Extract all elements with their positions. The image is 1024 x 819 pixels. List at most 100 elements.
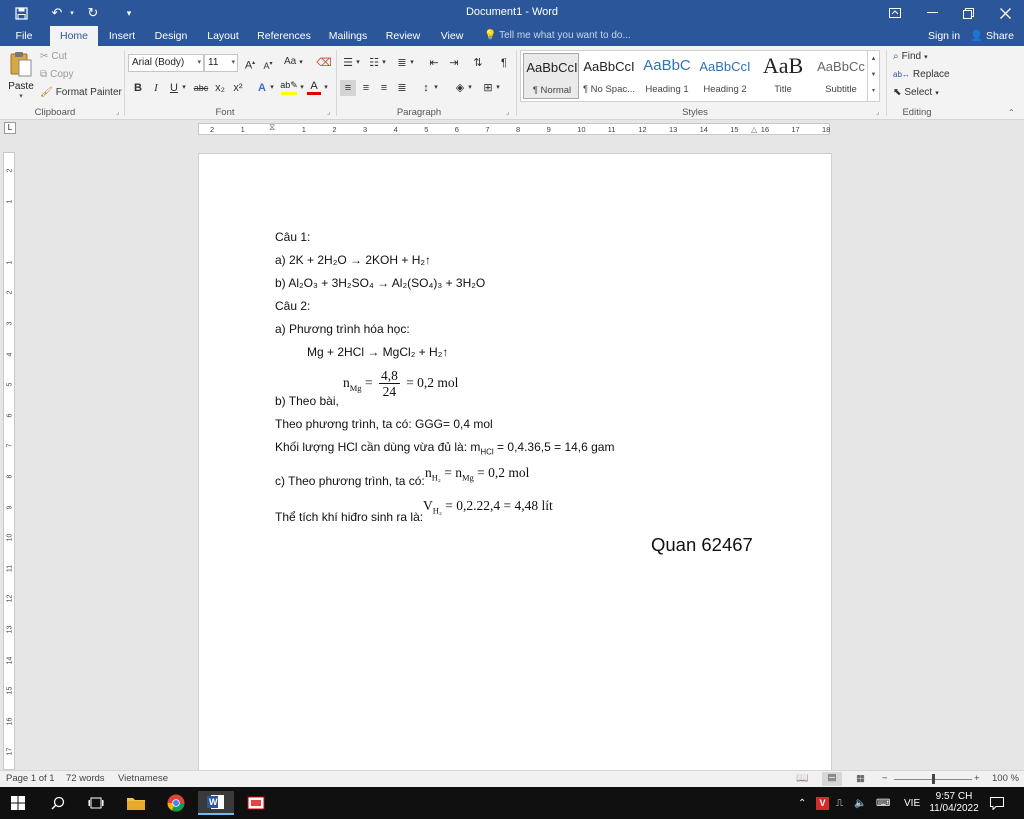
chevron-down-icon[interactable]: ▾	[380, 55, 388, 71]
chrome-icon[interactable]	[158, 791, 194, 815]
tab-mailings[interactable]: Mailings	[324, 26, 372, 46]
justify-icon[interactable]: ≣	[394, 80, 410, 96]
tab-selector[interactable]: L	[4, 122, 16, 134]
read-mode-icon[interactable]: 📖	[796, 773, 808, 784]
vertical-ruler[interactable]: 2 1 1 2 3 4 5 6 7 8 9 10 11 12 13 14 15 16 17	[3, 152, 15, 770]
minimize-icon[interactable]	[914, 0, 950, 26]
style-subtitle[interactable]: AaBbCc Subtitle	[813, 53, 869, 99]
align-left-icon[interactable]: ≡	[340, 80, 356, 96]
show-hidden-icons[interactable]: ⌃	[798, 787, 806, 819]
chevron-down-icon[interactable]: ▾	[466, 80, 474, 96]
italic-button[interactable]: I	[148, 80, 164, 96]
keyboard-icon[interactable]: ⌨	[876, 787, 890, 819]
chevron-down-icon[interactable]: ▾	[322, 80, 330, 96]
language-indicator[interactable]: Vietnamese	[118, 773, 168, 784]
tab-layout[interactable]: Layout	[202, 26, 244, 46]
format-painter-button[interactable]: 🖌 Format Painter	[40, 87, 122, 98]
horizontal-ruler[interactable]: 2 1 1 2 3 4 5 6 7 8 9 10 11 12 13 14 15 16 17 18 ⧖ △	[198, 122, 830, 135]
restore-icon[interactable]	[950, 0, 986, 26]
clear-formatting-icon[interactable]: ⌫	[316, 55, 332, 71]
tab-home[interactable]: Home	[50, 26, 98, 46]
right-indent-marker-icon[interactable]: △	[751, 125, 757, 134]
decrease-indent-icon[interactable]: ⇤	[426, 55, 442, 71]
windows-start-icon[interactable]	[0, 791, 36, 815]
select-button[interactable]: ⬉ Select ▾	[893, 87, 939, 98]
ribbon-display-icon[interactable]	[877, 0, 913, 26]
font-size-box[interactable]: 11 ▾	[204, 54, 238, 72]
chevron-up-icon[interactable]: ▲	[868, 51, 879, 67]
chevron-down-icon[interactable]: ▾	[354, 55, 362, 71]
volume-icon[interactable]: 🔈	[854, 787, 866, 819]
clipboard-launcher-icon[interactable]: ⌟	[116, 108, 119, 116]
gallery-scroll[interactable]: ▲ ▼ ▾	[867, 51, 879, 101]
tab-review[interactable]: Review	[382, 26, 424, 46]
chevron-down-icon[interactable]: ▾	[268, 80, 276, 96]
bold-button[interactable]: B	[130, 80, 146, 96]
cut-button[interactable]: ✂ Cut	[40, 51, 67, 62]
align-center-icon[interactable]: ≡	[358, 80, 374, 96]
document-page[interactable]: Câu 1: a) 2K + 2H₂O → 2KOH + H₂↑ b) Al₂O…	[198, 153, 832, 770]
collapse-ribbon-icon[interactable]: ⌃	[1008, 108, 1015, 117]
chevron-down-icon[interactable]: ▼	[868, 67, 879, 83]
copy-button[interactable]: ⧉ Copy	[40, 69, 74, 80]
more-icon[interactable]: ▾	[868, 83, 879, 99]
style-title[interactable]: AaB Title	[755, 53, 811, 99]
grow-font-icon[interactable]: A▴	[242, 55, 258, 72]
search-icon[interactable]	[40, 791, 76, 815]
show-marks-icon[interactable]: ¶	[496, 55, 512, 71]
zoom-in-button[interactable]: +	[974, 773, 980, 784]
zoom-out-button[interactable]: −	[882, 773, 888, 784]
underline-dropdown-icon[interactable]: ▾	[180, 80, 188, 96]
style-no-spacing[interactable]: AaBbCcI ¶ No Spac...	[581, 53, 637, 99]
chevron-down-icon[interactable]: ▾	[494, 80, 502, 96]
align-right-icon[interactable]: ≡	[376, 80, 392, 96]
web-layout-icon[interactable]: ▦	[856, 773, 865, 784]
tab-design[interactable]: Design	[150, 26, 192, 46]
file-explorer-icon[interactable]	[118, 791, 154, 815]
superscript-button[interactable]: x²	[230, 80, 246, 96]
chevron-down-icon[interactable]: ▾	[432, 80, 440, 96]
task-view-icon[interactable]	[78, 791, 114, 815]
chevron-down-icon[interactable]: ▾	[408, 55, 416, 71]
replace-button[interactable]: ab↔ Replace	[893, 69, 950, 80]
style-heading-2[interactable]: AaBbCcI Heading 2	[697, 53, 753, 99]
tab-file[interactable]: File	[6, 26, 42, 46]
close-icon[interactable]	[987, 0, 1023, 26]
tab-insert[interactable]: Insert	[102, 26, 142, 46]
sort-icon[interactable]: ⇅	[470, 55, 486, 71]
font-launcher-icon[interactable]: ⌟	[327, 108, 330, 116]
increase-indent-icon[interactable]: ⇥	[446, 55, 462, 71]
zoom-slider-thumb[interactable]	[931, 774, 935, 784]
network-icon[interactable]: ⎍	[836, 787, 843, 819]
subscript-button[interactable]: x₂	[212, 80, 228, 96]
share-button[interactable]: 👤 Share	[970, 26, 1014, 46]
font-color-button[interactable]: A	[306, 80, 322, 96]
tab-view[interactable]: View	[434, 26, 470, 46]
tab-references[interactable]: References	[254, 26, 314, 46]
word-count[interactable]: 72 words	[66, 773, 105, 784]
font-name-box[interactable]: Arial (Body) ▾	[128, 54, 204, 72]
page-count[interactable]: Page 1 of 1	[6, 773, 55, 784]
style-heading-1[interactable]: AaBbC Heading 1	[639, 53, 695, 99]
clock[interactable]: 9:57 CH 11/04/2022	[926, 787, 982, 819]
styles-launcher-icon[interactable]: ⌟	[876, 108, 879, 116]
word-app-icon[interactable]: W	[198, 791, 234, 815]
input-language[interactable]: VIE	[904, 787, 920, 819]
paragraph-launcher-icon[interactable]: ⌟	[506, 108, 509, 116]
notification-icon[interactable]	[990, 787, 1004, 819]
find-button[interactable]: ⌕ Find ▾	[893, 51, 928, 62]
strikethrough-button[interactable]: abc	[192, 80, 210, 96]
highlight-button[interactable]: ab✎	[280, 80, 298, 96]
sign-in-link[interactable]: Sign in	[928, 26, 960, 46]
print-layout-icon[interactable]: ▤	[822, 772, 842, 786]
style-normal[interactable]: AaBbCcI ¶ Normal	[523, 53, 579, 99]
change-case-button[interactable]: Aa ▾	[284, 56, 303, 67]
indent-marker-icon[interactable]: ⧖	[269, 122, 275, 133]
zoom-slider[interactable]	[894, 774, 972, 784]
tell-me-box[interactable]: 💡 Tell me what you want to do...	[484, 26, 631, 46]
paste-button[interactable]: Paste ▾	[6, 50, 36, 104]
snipping-tool-icon[interactable]	[238, 791, 274, 815]
antivirus-tray-icon[interactable]: V	[816, 787, 829, 819]
shrink-font-icon[interactable]: A▾	[260, 56, 276, 72]
zoom-level[interactable]: 100 %	[992, 773, 1019, 784]
